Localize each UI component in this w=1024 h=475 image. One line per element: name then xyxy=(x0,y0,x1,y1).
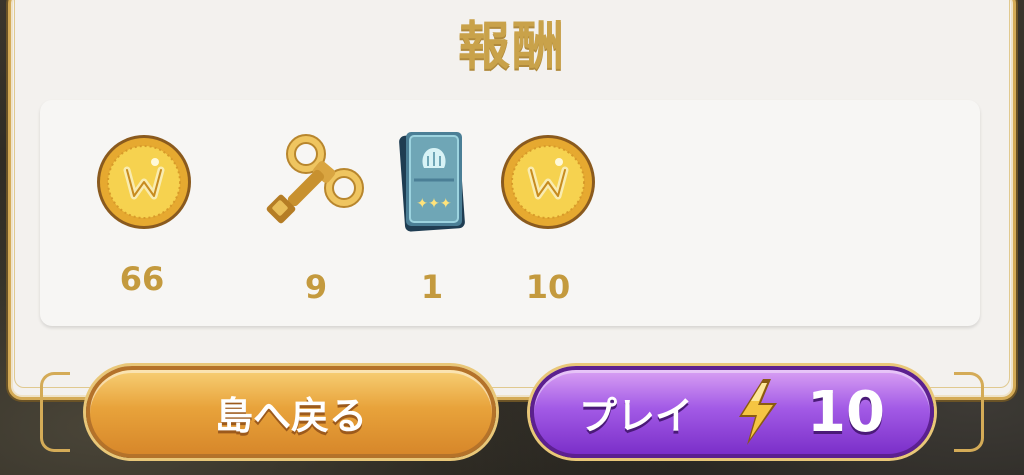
play-cost: 10 xyxy=(807,379,885,445)
frame-ornament xyxy=(40,372,70,452)
frame-ornament xyxy=(954,372,984,452)
gold-coin-icon xyxy=(498,132,598,236)
lightning-bolt-icon xyxy=(733,377,783,447)
return-to-island-button[interactable]: 島へ戻る xyxy=(86,366,496,458)
reward-count: 10 xyxy=(525,268,571,306)
play-button[interactable]: プレイ 10 xyxy=(530,366,934,458)
svg-text:✦✦✦: ✦✦✦ xyxy=(416,196,451,212)
dialog-title: 報酬 xyxy=(457,17,566,77)
reward-count: 9 xyxy=(304,268,328,306)
gold-coin-icon xyxy=(94,132,194,236)
return-to-island-label: 島へ戻る xyxy=(214,393,367,438)
play-label: プレイ xyxy=(579,393,694,438)
reward-count: 1 xyxy=(420,268,444,306)
wind-up-key-icon xyxy=(262,132,367,236)
reward-count: 66 xyxy=(119,260,165,298)
card-pack-icon: ✦✦✦ xyxy=(398,128,468,238)
